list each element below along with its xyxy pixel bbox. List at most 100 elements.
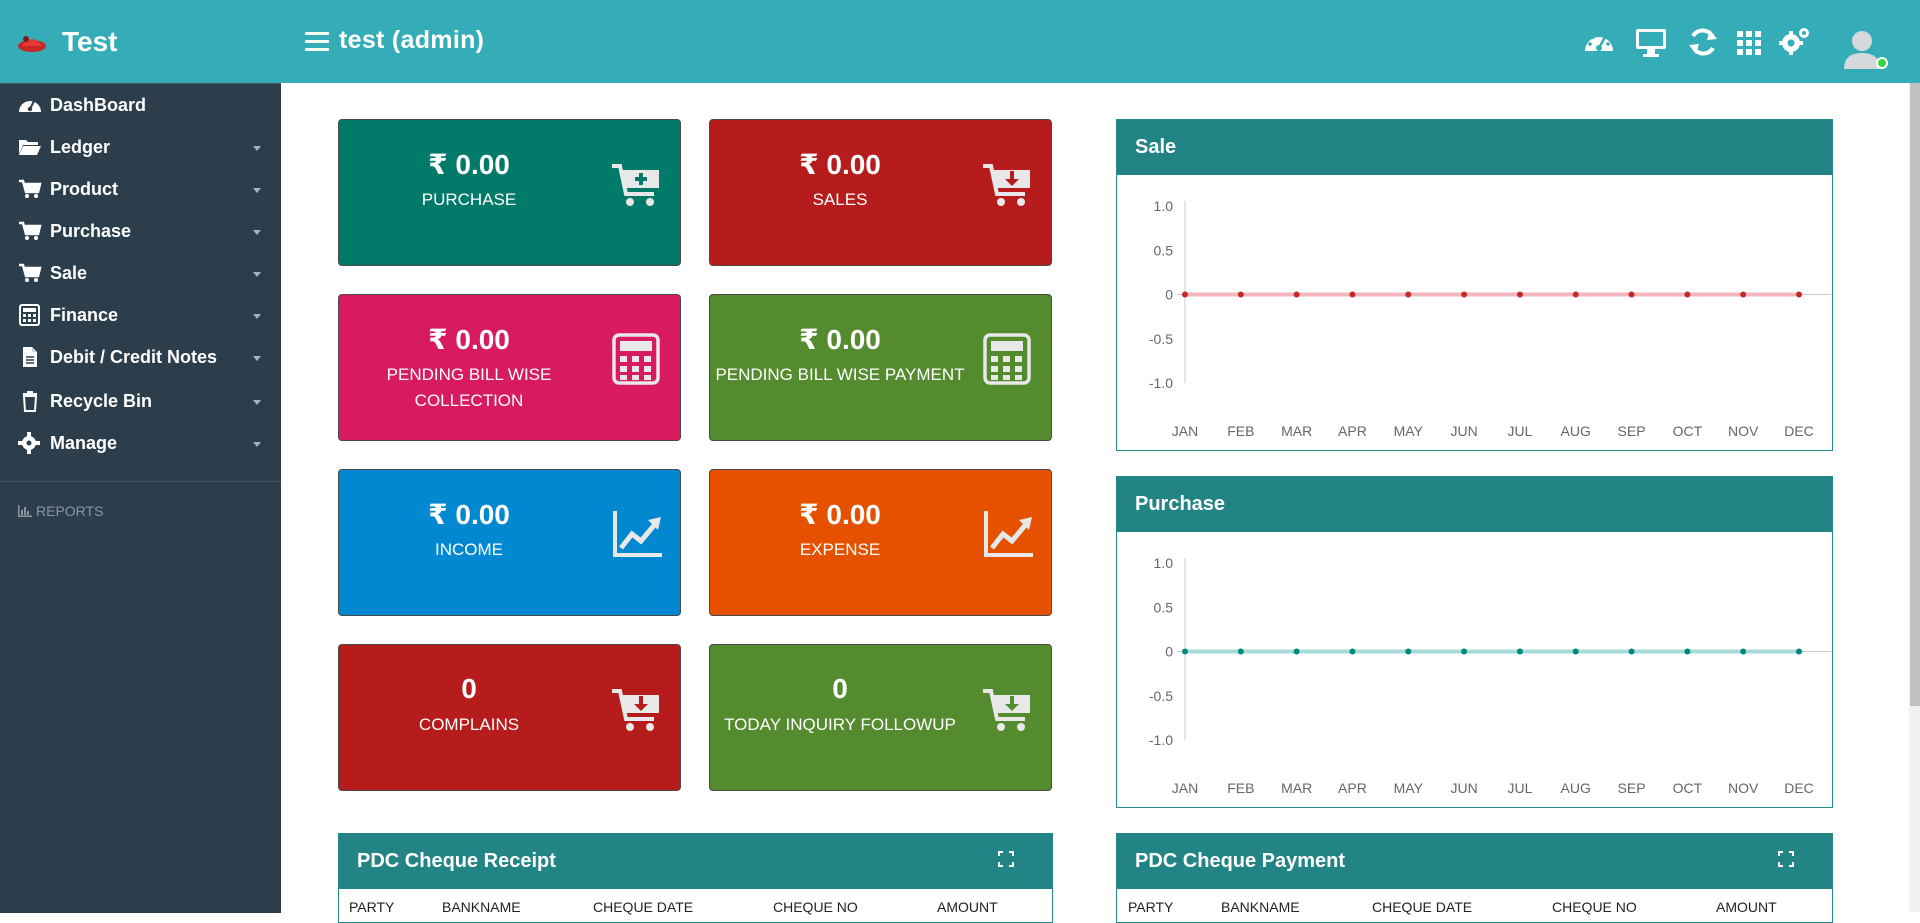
sidebar-item-product[interactable]: Product <box>0 168 281 210</box>
data-point[interactable] <box>1684 291 1691 298</box>
x-tick-label: FEB <box>1227 780 1254 796</box>
sidebar-item-recycle-bin[interactable]: Recycle Bin <box>0 380 281 422</box>
x-tick-label: APR <box>1338 780 1367 796</box>
column-header-party[interactable]: PARTY <box>1128 899 1173 915</box>
data-point[interactable] <box>1349 648 1356 655</box>
data-point[interactable] <box>1796 648 1802 655</box>
card-label: INCOME <box>435 540 503 559</box>
sidebar-item-purchase[interactable]: Purchase <box>0 210 281 252</box>
data-point[interactable] <box>1572 648 1579 655</box>
sidebar-item-dashboard[interactable]: DashBoard <box>0 84 281 126</box>
sidebar-item-manage[interactable]: Manage <box>0 422 281 464</box>
summary-card-income[interactable]: ₹ 0.00 INCOME <box>338 469 681 616</box>
settings-icon[interactable] <box>1778 25 1812 59</box>
data-point[interactable] <box>1237 648 1244 655</box>
sidebar-item-debit-credit-notes[interactable]: Debit / Credit Notes <box>0 336 281 378</box>
x-tick-label: DEC <box>1784 780 1814 796</box>
trash-icon <box>22 391 38 412</box>
column-header-amount[interactable]: AMOUNT <box>937 899 998 915</box>
data-point[interactable] <box>1516 648 1523 655</box>
calculator-icon <box>19 304 40 326</box>
y-tick-label: 0.5 <box>1154 242 1174 258</box>
expand-icon[interactable] <box>1778 851 1794 867</box>
y-tick-label: 0 <box>1165 287 1173 303</box>
column-header-amount[interactable]: AMOUNT <box>1716 899 1777 915</box>
sidebar: DashBoard Ledger Product Purchase Sale F… <box>0 83 281 913</box>
x-tick-label: SEP <box>1618 780 1646 796</box>
chevron-down-icon <box>253 272 261 277</box>
card-label: TODAY INQUIRY FOLLOWUP <box>724 715 956 734</box>
dashboard-icon[interactable] <box>1582 25 1616 59</box>
column-header-bankname[interactable]: BANKNAME <box>1221 899 1300 915</box>
panel-header: Purchase <box>1117 477 1832 532</box>
apps-grid-icon[interactable] <box>1732 25 1766 59</box>
data-point[interactable] <box>1796 291 1802 298</box>
summary-card-sales[interactable]: ₹ 0.00 SALES <box>709 119 1052 266</box>
cart-download-icon <box>983 164 1030 206</box>
refresh-icon[interactable] <box>1686 25 1720 59</box>
monitor-icon[interactable] <box>1634 25 1668 59</box>
expand-icon[interactable] <box>998 851 1014 867</box>
summary-card-today-inquiry-followup[interactable]: 0 TODAY INQUIRY FOLLOWUP <box>709 644 1052 791</box>
data-point[interactable] <box>1461 648 1468 655</box>
top-header: Test test (admin) <box>0 0 1920 83</box>
data-point[interactable] <box>1516 291 1523 298</box>
x-tick-label: MAR <box>1281 780 1312 796</box>
sidebar-item-ledger[interactable]: Ledger <box>0 126 281 168</box>
data-point[interactable] <box>1237 291 1244 298</box>
data-point[interactable] <box>1740 291 1747 298</box>
data-point[interactable] <box>1572 291 1579 298</box>
x-tick-label: JUN <box>1450 423 1477 439</box>
card-label: EXPENSE <box>799 540 881 559</box>
panel-header: Sale <box>1117 120 1832 175</box>
card-label: COMPLAINS <box>418 715 520 734</box>
data-point[interactable] <box>1182 648 1188 655</box>
panel-header: PDC Cheque Receipt <box>339 834 1052 889</box>
card-amount: ₹ 0.00 <box>428 324 510 355</box>
card-amount: 0 <box>832 673 848 704</box>
folder-open-icon <box>19 140 41 155</box>
x-tick-label: JAN <box>1172 780 1198 796</box>
x-tick-label: JAN <box>1172 423 1198 439</box>
brand-logo-icon <box>18 36 46 52</box>
card-label: PENDING BILL WISE COLLECTION <box>386 365 552 410</box>
sidebar-item-finance[interactable]: Finance <box>0 294 281 336</box>
data-point[interactable] <box>1405 291 1412 298</box>
column-header-cheque-date[interactable]: CHEQUE DATE <box>1372 899 1472 915</box>
y-tick-label: -1.0 <box>1149 375 1173 391</box>
column-header-bankname[interactable]: BANKNAME <box>442 899 521 915</box>
summary-card-pending-payment[interactable]: ₹ 0.00 PENDING BILL WISE PAYMENT <box>709 294 1052 441</box>
data-point[interactable] <box>1349 291 1356 298</box>
data-point[interactable] <box>1293 291 1300 298</box>
data-point[interactable] <box>1405 648 1412 655</box>
data-point[interactable] <box>1628 291 1635 298</box>
gear-icon <box>18 432 40 454</box>
data-point[interactable] <box>1293 648 1300 655</box>
summary-card-pending-collection[interactable]: ₹ 0.00 PENDING BILL WISE COLLECTION <box>338 294 681 441</box>
menu-toggle-icon[interactable] <box>305 32 329 52</box>
summary-card-complains[interactable]: 0 COMPLAINS <box>338 644 681 791</box>
data-point[interactable] <box>1628 648 1635 655</box>
data-point[interactable] <box>1684 648 1691 655</box>
summary-card-expense[interactable]: ₹ 0.00 EXPENSE <box>709 469 1052 616</box>
brand[interactable]: Test <box>0 0 281 83</box>
x-tick-label: JUL <box>1507 780 1532 796</box>
panel-header: PDC Cheque Payment <box>1117 834 1832 889</box>
data-point[interactable] <box>1182 291 1188 298</box>
column-header-cheque-date[interactable]: CHEQUE DATE <box>593 899 693 915</box>
sidebar-item-label: Manage <box>50 433 118 453</box>
sidebar-item-sale[interactable]: Sale <box>0 252 281 294</box>
page-scrollbar-thumb[interactable] <box>1910 83 1920 706</box>
column-header-cheque-no[interactable]: CHEQUE NO <box>1552 899 1637 915</box>
column-header-party[interactable]: PARTY <box>349 899 394 915</box>
data-point[interactable] <box>1740 648 1747 655</box>
data-point[interactable] <box>1461 291 1468 298</box>
chevron-down-icon <box>253 146 261 151</box>
x-tick-label: NOV <box>1728 423 1759 439</box>
panel-title: PDC Cheque Payment <box>1135 850 1346 872</box>
column-header-cheque-no[interactable]: CHEQUE NO <box>773 899 858 915</box>
cart-download-icon <box>983 689 1030 731</box>
summary-card-purchase[interactable]: ₹ 0.00 PURCHASE <box>338 119 681 266</box>
online-status-dot <box>1876 57 1888 69</box>
x-tick-label: MAR <box>1281 423 1312 439</box>
